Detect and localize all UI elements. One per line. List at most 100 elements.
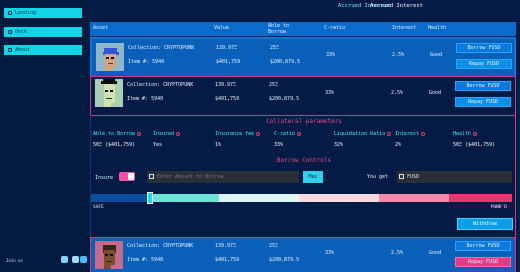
discord-icon[interactable] bbox=[61, 256, 68, 263]
info-icon[interactable] bbox=[473, 131, 478, 136]
value-usd: $401,759 bbox=[215, 257, 240, 263]
info-icon[interactable] bbox=[256, 131, 261, 136]
able-usd: $200,879.5 bbox=[270, 59, 301, 65]
lock-icon bbox=[8, 11, 12, 15]
value-usd: $401,759 bbox=[216, 59, 241, 65]
sidebar-item-label: Dock bbox=[15, 29, 28, 35]
punk-avatar bbox=[96, 43, 124, 71]
param-label-health: Health bbox=[453, 131, 478, 137]
sidebar-item-dock[interactable]: Dock bbox=[4, 27, 82, 37]
borrow-controls-title: Borrow Controls bbox=[276, 157, 332, 164]
interest-value: 2.5% bbox=[391, 250, 404, 256]
slider-segment bbox=[91, 194, 149, 202]
item-number: Item #: 5940 bbox=[128, 59, 165, 65]
param-value-interest: 2% bbox=[395, 142, 402, 148]
collection-name: Collection: CRYPTOPUNK bbox=[128, 45, 195, 51]
interest-value: 2.5% bbox=[392, 52, 405, 58]
param-label-interest: Interest bbox=[395, 131, 426, 137]
health-value: Good bbox=[429, 250, 442, 256]
slider-segment bbox=[219, 194, 299, 202]
punked-label: PUNK'D bbox=[490, 205, 507, 210]
join-us-label: Join us bbox=[6, 258, 23, 263]
c-ratio-value: 33% bbox=[325, 90, 335, 96]
dock-icon bbox=[8, 30, 12, 34]
top-bar: Accrued Interest Accrued Interest bbox=[90, 0, 520, 18]
info-icon[interactable] bbox=[137, 131, 142, 136]
wallet-icon bbox=[149, 174, 154, 179]
health-slider-track[interactable] bbox=[91, 194, 512, 202]
info-icon[interactable] bbox=[297, 131, 302, 136]
punk-avatar bbox=[95, 79, 123, 107]
repay-fusd-button[interactable]: Repay FUSD bbox=[455, 97, 511, 107]
sidebar: Lending Dock About Join us bbox=[0, 0, 88, 272]
repay-fusd-button[interactable]: Repay FUSD bbox=[455, 257, 511, 267]
sidebar-item-label: About bbox=[15, 47, 31, 53]
able-usd: $200,879.5 bbox=[269, 257, 300, 263]
insure-label: Insure bbox=[95, 175, 114, 181]
header-interest: Interest bbox=[392, 25, 417, 31]
param-value-able-to-borrow: 50Ξ ($401,759) bbox=[93, 142, 136, 148]
able-eth: 25Ξ bbox=[270, 45, 280, 51]
punk-avatar bbox=[95, 241, 123, 269]
c-ratio-value: 33% bbox=[325, 250, 335, 256]
param-label-able-to-borrow: Able to Borrow bbox=[93, 131, 142, 137]
item-number: Item #: 5940 bbox=[127, 257, 164, 263]
medium-icon[interactable] bbox=[72, 256, 79, 263]
item-number: Item #: 5940 bbox=[127, 96, 164, 102]
info-icon[interactable] bbox=[176, 131, 181, 136]
param-label-c-ratio: C-ratio bbox=[274, 131, 302, 137]
interest-value: 2.5% bbox=[391, 90, 404, 96]
info-icon[interactable] bbox=[421, 131, 426, 136]
you-get-field: FUSD bbox=[397, 171, 512, 183]
param-value-insured: Yes bbox=[153, 142, 163, 148]
value-eth: 139.97Ξ bbox=[215, 243, 237, 249]
value-eth: 139.97Ξ bbox=[216, 45, 238, 51]
able-eth: 25Ξ bbox=[269, 82, 279, 88]
able-usd: $200,879.5 bbox=[269, 96, 300, 102]
table-header: Asset Value Able to Borrow C-ratio Inter… bbox=[90, 22, 516, 36]
param-value-health: 50Ξ ($401,759) bbox=[453, 142, 496, 148]
sidebar-item-lending[interactable]: Lending bbox=[4, 8, 82, 18]
toggle-knob bbox=[128, 173, 134, 180]
slider-segment bbox=[149, 194, 219, 202]
borrow-fusd-button[interactable]: Borrow FUSD bbox=[456, 43, 512, 53]
param-label-insured: Insured bbox=[153, 131, 181, 137]
param-value-liquidation-ratio: 32% bbox=[334, 142, 344, 148]
slider-thumb[interactable] bbox=[147, 192, 153, 204]
borrow-fusd-button[interactable]: Borrow FUSD bbox=[455, 241, 511, 251]
sidebar-item-about[interactable]: About bbox=[4, 45, 82, 55]
header-able-to-borrow: Able to Borrow bbox=[268, 23, 290, 35]
wallet-icon bbox=[399, 174, 404, 179]
info-icon[interactable] bbox=[387, 131, 392, 136]
header-value: Value bbox=[214, 25, 230, 31]
param-label-liquidation-ratio: Liquidation Ratio bbox=[334, 131, 392, 137]
twitter-icon[interactable] bbox=[80, 256, 87, 263]
borrow-amount-input[interactable] bbox=[147, 171, 299, 183]
health-value: Good bbox=[430, 52, 443, 58]
table-row[interactable]: Collection: CRYPTOPUNK Item #: 5940 139.… bbox=[90, 37, 516, 81]
collateral-panel: Collateral parameters Able to Borrow 50Ξ… bbox=[90, 115, 516, 237]
table-row[interactable]: Collection: CRYPTOPUNK Item #: 5940 139.… bbox=[90, 237, 516, 272]
info-icon bbox=[8, 48, 12, 52]
header-health: Health bbox=[428, 25, 447, 31]
accrued-interest-link-2[interactable]: Accrued Interest bbox=[370, 3, 423, 9]
you-get-label: You get bbox=[367, 174, 389, 180]
slider-segment bbox=[449, 194, 512, 202]
table-row[interactable]: Collection: CRYPTOPUNK Item #: 5940 139.… bbox=[90, 76, 516, 116]
param-value-insurance-fee: 1% bbox=[215, 142, 222, 148]
safe-label: SAFE bbox=[93, 205, 104, 210]
value-eth: 139.97Ξ bbox=[215, 82, 237, 88]
max-button[interactable]: Max bbox=[303, 171, 323, 183]
repay-fusd-button[interactable]: Repay FUSD bbox=[456, 59, 512, 69]
slider-segment bbox=[379, 194, 449, 202]
insure-toggle[interactable] bbox=[119, 172, 135, 181]
param-label-insurance-fee: Insurance fee bbox=[215, 131, 261, 137]
value-usd: $401,759 bbox=[215, 96, 240, 102]
header-c-ratio: C-ratio bbox=[324, 25, 346, 31]
slider-segment bbox=[299, 194, 379, 202]
able-eth: 25Ξ bbox=[269, 243, 279, 249]
borrow-fusd-button[interactable]: Borrow FUSD bbox=[455, 81, 511, 91]
withdraw-button[interactable]: Withdraw bbox=[457, 218, 513, 230]
c-ratio-value: 33% bbox=[326, 52, 336, 58]
header-asset: Asset bbox=[93, 25, 109, 31]
